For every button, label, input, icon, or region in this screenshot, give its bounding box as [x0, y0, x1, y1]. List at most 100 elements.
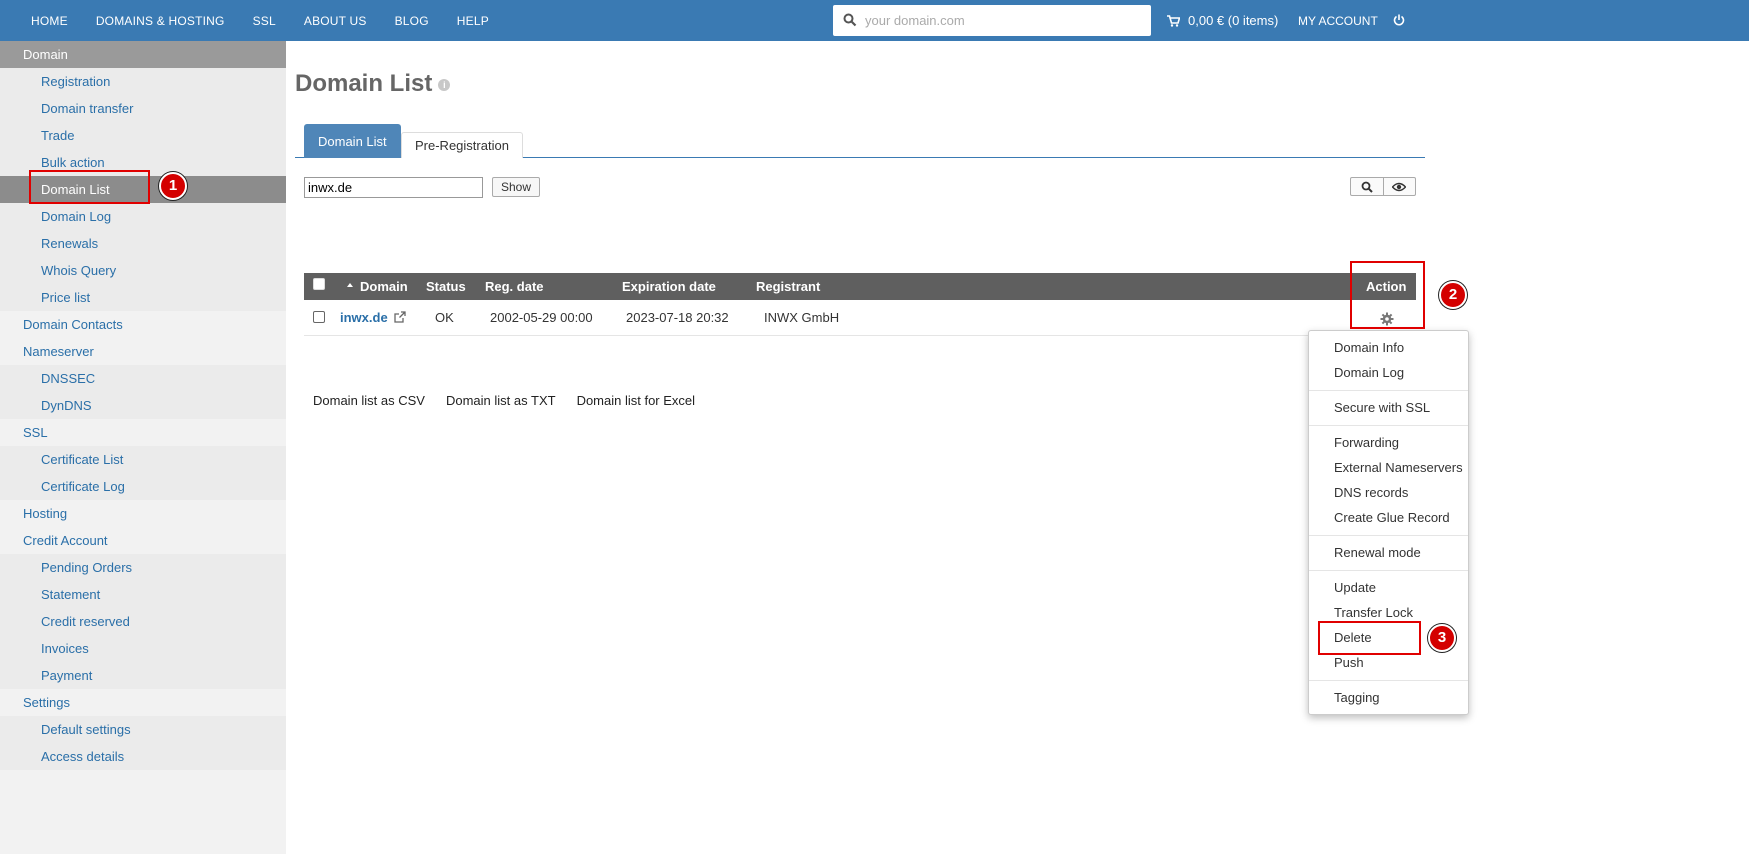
- export-txt-link[interactable]: Domain list as TXT: [446, 393, 556, 408]
- export-excel-link[interactable]: Domain list for Excel: [577, 393, 695, 408]
- action-menu: Domain Info Domain Log Secure with SSL F…: [1308, 330, 1469, 715]
- col-status[interactable]: Status: [426, 273, 466, 300]
- tab-pre-registration[interactable]: Pre-Registration: [401, 132, 523, 158]
- menu-divider: [1309, 680, 1468, 681]
- my-account-link[interactable]: MY ACCOUNT: [1298, 0, 1378, 41]
- table-header: Domain Status Reg. date Expiration date …: [304, 273, 1416, 300]
- search-icon: [843, 13, 857, 27]
- col-registrant[interactable]: Registrant: [756, 273, 820, 300]
- domain-filter-input[interactable]: [304, 177, 483, 198]
- sidebar-item-whois-query[interactable]: Whois Query: [0, 257, 286, 284]
- table-row: inwx.de OK 2002-05-29 00:00 2023-07-18 2…: [304, 303, 1416, 336]
- menu-divider: [1309, 425, 1468, 426]
- sort-asc-icon: [347, 283, 353, 287]
- power-icon[interactable]: [1393, 14, 1405, 26]
- tab-bar: Domain List Pre-Registration: [295, 124, 1425, 158]
- domain-search-box: [833, 5, 1151, 36]
- sidebar-item-statement[interactable]: Statement: [0, 581, 286, 608]
- sidebar-item-invoices[interactable]: Invoices: [0, 635, 286, 662]
- menu-item-renewal-mode[interactable]: Renewal mode: [1334, 545, 1421, 560]
- annotation-badge-3: 3: [1428, 624, 1456, 652]
- sidebar-item-nameserver[interactable]: Nameserver: [0, 338, 286, 365]
- domain-link[interactable]: inwx.de: [340, 310, 388, 325]
- annotation-box-3: [1318, 621, 1421, 655]
- page-title-text: Domain List: [295, 70, 433, 97]
- sidebar-item-dyndns[interactable]: DynDNS: [0, 392, 286, 419]
- row-checkbox[interactable]: [313, 311, 325, 323]
- reg-date-cell: 2002-05-29 00:00: [490, 310, 593, 325]
- nav-help[interactable]: HELP: [457, 14, 489, 28]
- sidebar-item-credit-account[interactable]: Credit Account: [0, 527, 286, 554]
- sidebar-item-price-list[interactable]: Price list: [0, 284, 286, 311]
- annotation-box-2: [1350, 261, 1425, 329]
- view-columns-button[interactable]: [1382, 178, 1415, 195]
- col-reg-date[interactable]: Reg. date: [485, 273, 544, 300]
- menu-item-update[interactable]: Update: [1334, 580, 1376, 595]
- search-toggle-button[interactable]: [1351, 178, 1383, 195]
- menu-divider: [1309, 570, 1468, 571]
- menu-divider: [1309, 535, 1468, 536]
- main-nav: HOME DOMAINS & HOSTING SSL ABOUT US BLOG…: [17, 0, 503, 41]
- sidebar-item-renewals[interactable]: Renewals: [0, 230, 286, 257]
- sidebar-item-certificate-list[interactable]: Certificate List: [0, 446, 286, 473]
- domain-cell: inwx.de: [340, 308, 406, 328]
- exp-date-cell: 2023-07-18 20:32: [626, 310, 729, 325]
- status-cell: OK: [435, 310, 454, 325]
- menu-item-external-nameservers[interactable]: External Nameservers: [1334, 460, 1463, 475]
- annotation-badge-2: 2: [1439, 281, 1467, 309]
- sidebar-item-dnssec[interactable]: DNSSEC: [0, 365, 286, 392]
- export-links: Domain list as CSV Domain list as TXT Do…: [313, 393, 716, 408]
- export-csv-link[interactable]: Domain list as CSV: [313, 393, 425, 408]
- menu-item-create-glue-record[interactable]: Create Glue Record: [1334, 510, 1450, 525]
- menu-divider: [1309, 390, 1468, 391]
- sidebar-item-hosting[interactable]: Hosting: [0, 500, 286, 527]
- select-all-checkbox[interactable]: [313, 278, 325, 290]
- top-navbar: HOME DOMAINS & HOSTING SSL ABOUT US BLOG…: [0, 0, 1749, 41]
- cart-icon: [1167, 14, 1180, 27]
- sidebar-item-default-settings[interactable]: Default settings: [0, 716, 286, 743]
- search-icon: [1361, 181, 1373, 193]
- col-domain[interactable]: Domain: [360, 273, 408, 300]
- menu-item-secure-with-ssl[interactable]: Secure with SSL: [1334, 400, 1430, 415]
- menu-item-dns-records[interactable]: DNS records: [1334, 485, 1408, 500]
- sidebar-section-domain[interactable]: Domain: [0, 41, 286, 68]
- sidebar-item-domain-contacts[interactable]: Domain Contacts: [0, 311, 286, 338]
- show-button[interactable]: Show: [492, 177, 540, 197]
- sidebar-nav: Domain Registration Domain transfer Trad…: [0, 41, 286, 854]
- domain-search-input[interactable]: [865, 9, 1145, 32]
- sidebar-item-credit-reserved[interactable]: Credit reserved: [0, 608, 286, 635]
- menu-item-domain-log[interactable]: Domain Log: [1334, 365, 1404, 380]
- tab-domain-list[interactable]: Domain List: [304, 124, 401, 158]
- nav-ssl[interactable]: SSL: [253, 14, 276, 28]
- nav-blog[interactable]: BLOG: [395, 14, 429, 28]
- sidebar-item-domain-log[interactable]: Domain Log: [0, 203, 286, 230]
- sidebar-item-payment[interactable]: Payment: [0, 662, 286, 689]
- nav-about-us[interactable]: ABOUT US: [304, 14, 367, 28]
- eye-icon: [1392, 182, 1407, 191]
- menu-item-transfer-lock[interactable]: Transfer Lock: [1334, 605, 1413, 620]
- cart-total: 0,00 € (0 items): [1188, 13, 1279, 28]
- annotation-box-1: [29, 170, 150, 204]
- sidebar-item-pending-orders[interactable]: Pending Orders: [0, 554, 286, 581]
- sidebar-item-certificate-log[interactable]: Certificate Log: [0, 473, 286, 500]
- menu-item-domain-info[interactable]: Domain Info: [1334, 340, 1404, 355]
- annotation-badge-1: 1: [159, 172, 187, 200]
- nav-home[interactable]: HOME: [31, 14, 68, 28]
- sidebar-item-settings[interactable]: Settings: [0, 689, 286, 716]
- sidebar-item-trade[interactable]: Trade: [0, 122, 286, 149]
- info-icon[interactable]: i: [438, 78, 451, 91]
- table-tools: [1350, 177, 1416, 196]
- sidebar-item-access-details[interactable]: Access details: [0, 743, 286, 770]
- sidebar-item-ssl[interactable]: SSL: [0, 419, 286, 446]
- menu-item-tagging[interactable]: Tagging: [1334, 690, 1380, 705]
- sidebar-item-registration[interactable]: Registration: [0, 68, 286, 95]
- menu-item-push[interactable]: Push: [1334, 655, 1364, 670]
- sidebar-item-domain-transfer[interactable]: Domain transfer: [0, 95, 286, 122]
- page-title: Domain List i: [295, 70, 451, 98]
- external-link-icon[interactable]: [394, 311, 406, 323]
- col-expiration-date[interactable]: Expiration date: [622, 273, 716, 300]
- cart-link[interactable]: 0,00 € (0 items): [1167, 0, 1278, 41]
- nav-domains-hosting[interactable]: DOMAINS & HOSTING: [96, 14, 225, 28]
- menu-item-forwarding[interactable]: Forwarding: [1334, 435, 1399, 450]
- registrant-cell: INWX GmbH: [764, 310, 840, 325]
